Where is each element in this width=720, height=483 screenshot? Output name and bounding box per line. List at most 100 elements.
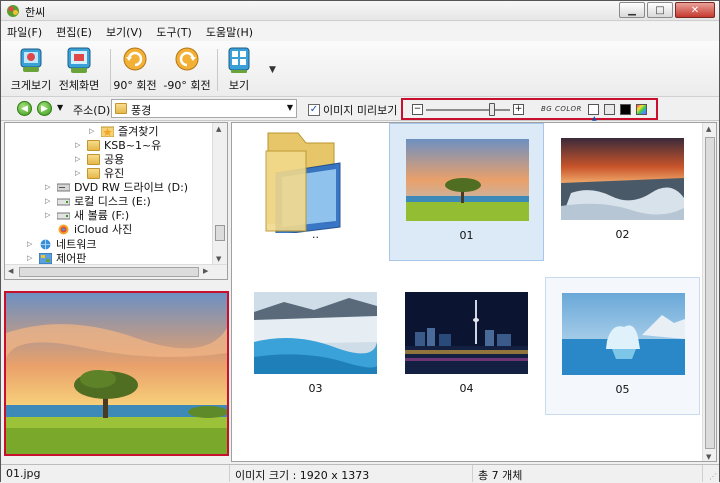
thumbnail-item[interactable]: .. <box>238 123 393 261</box>
control-panel-icon <box>39 252 52 264</box>
expand-icon[interactable]: ▷ <box>75 169 83 177</box>
rotate-cw-button[interactable]: 90° 회전 <box>105 45 165 93</box>
tree-item[interactable]: ▷ 로컬 디스크 (E:) <box>45 194 151 208</box>
zoom-view-icon <box>20 48 42 72</box>
thumbnail-grid: .. 01 02 03 04 05 ▲ ▼ <box>231 122 717 462</box>
tree-vertical-scrollbar[interactable]: ▲ ▼ <box>212 123 227 265</box>
thumbnail-label: 05 <box>615 383 630 396</box>
view-label: 보기 <box>228 79 250 92</box>
history-dropdown[interactable]: ▼ <box>57 103 63 112</box>
address-toolbar: ◀ ▶ ▼ 주소(D) 풍경 ▼ ✓ 이미지 미리보기 − + BG COLOR… <box>1 97 719 122</box>
status-filename: 01.jpg <box>1 465 230 482</box>
thumbnail-item-hover[interactable]: 05 <box>545 277 700 415</box>
expand-icon[interactable]: ▷ <box>45 183 53 191</box>
tree-item[interactable]: ▷ DVD RW 드라이브 (D:) <box>45 180 188 194</box>
address-field[interactable]: 풍경 ▼ <box>111 99 297 118</box>
scroll-up-icon[interactable]: ▲ <box>216 125 221 133</box>
zoom-slider-track[interactable] <box>426 109 510 111</box>
expand-icon[interactable]: ▷ <box>27 254 35 262</box>
close-button[interactable]: ✕ <box>675 2 715 18</box>
view-button[interactable]: 보기 <box>209 45 269 93</box>
close-icon: ✕ <box>690 4 700 16</box>
title-bar[interactable]: 한씨 ▁ □ ✕ <box>1 1 719 21</box>
tree-item[interactable]: iCloud 사진 <box>57 222 132 236</box>
expand-icon[interactable]: ▷ <box>75 155 83 163</box>
menu-file[interactable]: 파일(F) <box>7 24 42 40</box>
thumbnail-image <box>254 292 377 374</box>
zoom-in-button[interactable]: + <box>513 104 524 115</box>
minimize-button[interactable]: ▁ <box>619 2 645 18</box>
scroll-thumb[interactable] <box>215 225 225 241</box>
bg-swatch-white[interactable] <box>588 104 599 115</box>
menu-help[interactable]: 도움말(H) <box>206 24 253 40</box>
expand-icon[interactable]: ▷ <box>45 211 53 219</box>
thumbnail-item[interactable]: 02 <box>545 123 700 261</box>
menu-tools[interactable]: 도구(T) <box>156 24 192 40</box>
thumbnail-label: .. <box>312 228 319 241</box>
tree-item[interactable]: ▷ 새 볼륨 (F:) <box>45 208 129 222</box>
tree-horizontal-scrollbar[interactable]: ◀ ▶ <box>5 264 227 279</box>
thumbnail-item[interactable]: 04 <box>389 277 544 415</box>
thumbnail-item[interactable]: 03 <box>238 277 393 415</box>
tree-item[interactable]: ▷ 유진 <box>75 166 124 180</box>
tree-item[interactable]: ▷ KSB~1~유 <box>75 138 161 152</box>
status-bar: 01.jpg 이미지 크기 : 1920 x 1373 총 7 개체 ⋰ <box>1 464 719 482</box>
tree-item[interactable]: ▷ 네트워크 <box>27 237 96 251</box>
thumbnail-scrollbar[interactable]: ▲ ▼ <box>702 123 716 461</box>
bg-swatch-lightgray[interactable] <box>604 104 615 115</box>
thumbnail-image <box>561 138 684 220</box>
forward-button[interactable]: ▶ <box>37 101 52 116</box>
rotate-ccw-label: -90° 회전 <box>163 79 211 92</box>
window-title: 한씨 <box>25 6 46 19</box>
expand-icon[interactable]: ▷ <box>75 141 83 149</box>
tree-item[interactable]: ▷ 공용 <box>75 152 124 166</box>
selected-swatch-indicator: ▲ <box>592 115 597 122</box>
image-preview-pane[interactable] <box>4 291 229 456</box>
maximize-button[interactable]: □ <box>647 2 673 18</box>
preview-image <box>6 293 227 454</box>
bg-swatch-black[interactable] <box>620 104 631 115</box>
status-object-count: 총 7 개체 <box>473 465 703 482</box>
scroll-down-icon[interactable]: ▼ <box>216 255 221 263</box>
disk-icon <box>57 198 70 205</box>
scroll-left-icon[interactable]: ◀ <box>8 267 13 275</box>
scroll-up-icon[interactable]: ▲ <box>706 125 711 133</box>
zoom-out-button[interactable]: − <box>412 104 423 115</box>
menu-bar: 파일(F) 편집(E) 보기(V) 도구(T) 도움말(H) <box>1 22 719 41</box>
expand-icon[interactable]: ▷ <box>89 127 97 135</box>
scroll-right-icon[interactable]: ▶ <box>203 267 208 275</box>
menu-view[interactable]: 보기(V) <box>106 24 142 40</box>
scroll-thumb[interactable] <box>19 267 199 277</box>
toolbar-more-dropdown[interactable]: ▼ <box>269 65 276 75</box>
expand-icon[interactable]: ▷ <box>27 240 35 248</box>
app-window: 한씨 ▁ □ ✕ 파일(F) 편집(E) 보기(V) 도구(T) 도움말(H) … <box>0 0 720 482</box>
bg-swatch-custom[interactable] <box>636 104 647 115</box>
icloud-photos-icon <box>58 224 69 234</box>
scroll-down-icon[interactable]: ▼ <box>706 453 711 461</box>
fullscreen-button[interactable]: 전체화면 <box>49 45 109 93</box>
minimize-icon: ▁ <box>628 4 636 16</box>
bg-color-label: BG COLOR <box>541 105 582 113</box>
scroll-thumb[interactable] <box>705 137 715 449</box>
menu-edit[interactable]: 편집(E) <box>56 24 92 40</box>
thumbnail-label: 01 <box>459 229 474 242</box>
back-button[interactable]: ◀ <box>17 101 32 116</box>
tree-item[interactable]: ▷ 즐겨찾기 <box>89 124 158 138</box>
tree-item[interactable]: ▷ 제어판 <box>27 251 86 265</box>
address-dropdown-icon[interactable]: ▼ <box>287 103 293 112</box>
thumbnail-label: 03 <box>308 382 323 395</box>
app-icon <box>7 5 19 17</box>
rotate-ccw-icon <box>175 47 199 71</box>
rotate-ccw-button[interactable]: -90° 회전 <box>157 45 217 93</box>
arrow-left-icon: ◀ <box>21 103 28 114</box>
address-value: 풍경 <box>131 104 152 117</box>
thumbnail-item-selected[interactable]: 01 <box>389 123 544 261</box>
image-preview-checkbox[interactable]: ✓ <box>308 104 320 116</box>
thumbnail-label: 02 <box>615 228 630 241</box>
resize-grip-icon[interactable]: ⋰ <box>709 472 717 481</box>
rotate-cw-label: 90° 회전 <box>113 79 157 92</box>
expand-icon[interactable]: ▷ <box>45 197 53 205</box>
zoom-slider-thumb[interactable] <box>489 103 495 116</box>
view-icon <box>228 47 250 73</box>
image-preview-toggle[interactable]: ✓ 이미지 미리보기 <box>308 102 397 118</box>
